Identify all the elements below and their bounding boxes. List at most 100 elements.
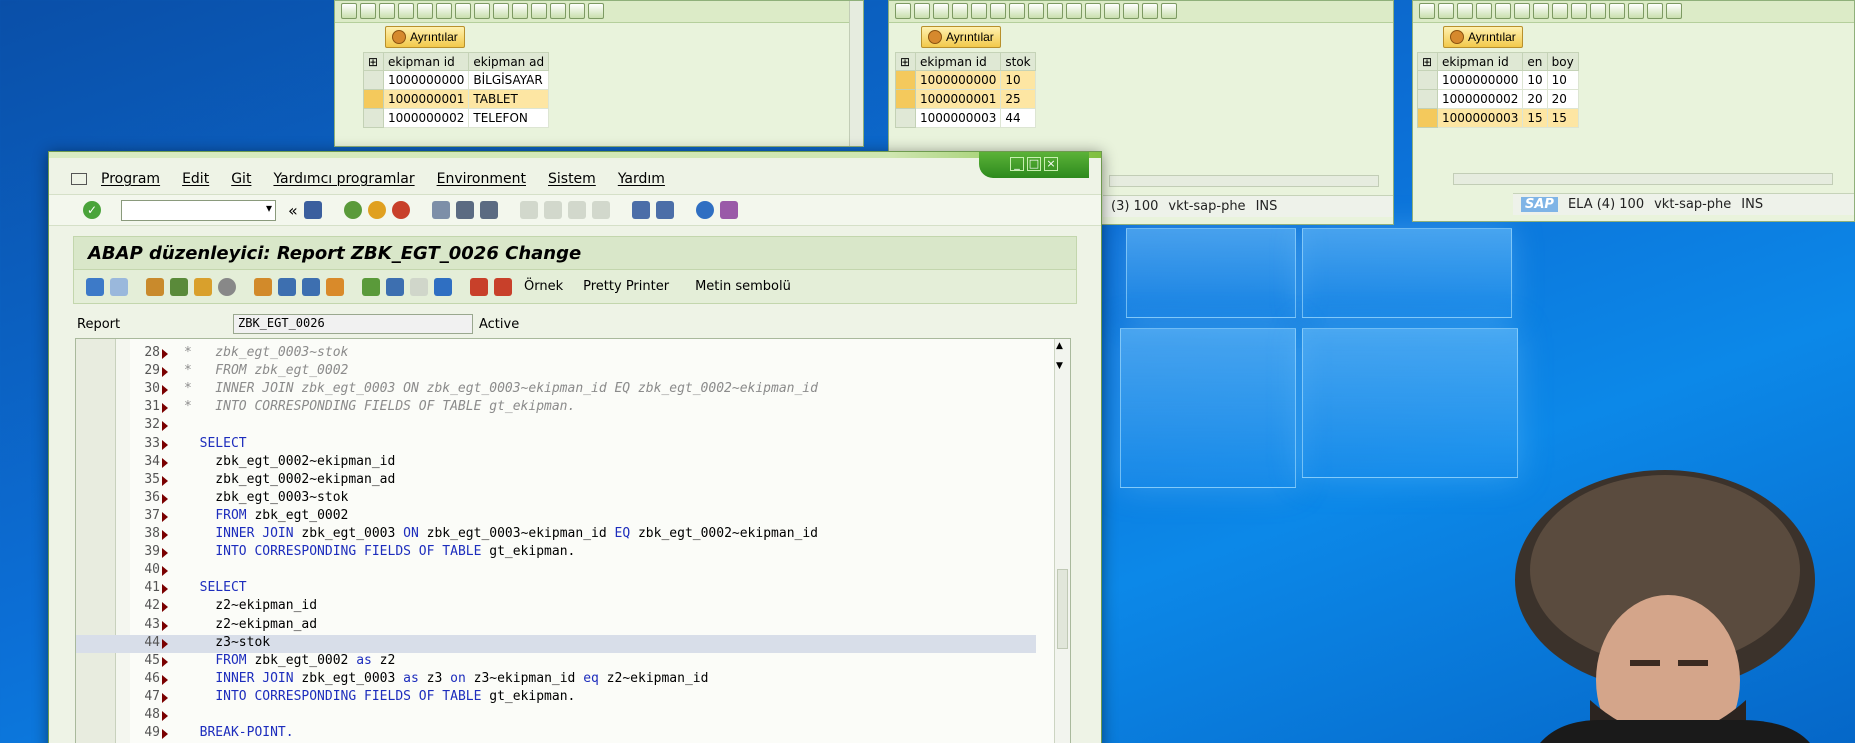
new-session-icon[interactable]: [631, 201, 650, 219]
active-inactive-icon[interactable]: [170, 277, 188, 296]
code-line[interactable]: 31 * INTO CORRESPONDING FIELDS OF TABLE g…: [76, 399, 1036, 417]
code-line[interactable]: 49 BREAK-POINT.: [76, 725, 1036, 743]
find-next-icon[interactable]: [479, 201, 498, 219]
code-line[interactable]: 46 INNER JOIN zbk_egt_0003 as z3 on z3~e…: [76, 671, 1036, 689]
editor-scrollbar[interactable]: ▲ ▼: [1054, 339, 1070, 743]
text-symbols-button[interactable]: Metin sembolü: [695, 279, 791, 294]
edit-pencil-icon[interactable]: [278, 277, 296, 296]
code-line[interactable]: 40: [76, 562, 1036, 580]
code-line[interactable]: 37 FROM zbk_egt_0002: [76, 508, 1036, 526]
code-line[interactable]: 32: [76, 417, 1036, 435]
column-header[interactable]: stok: [1000, 52, 1036, 71]
code-line[interactable]: 41 SELECT: [76, 580, 1036, 598]
column-header[interactable]: ekipman id: [1436, 52, 1524, 71]
code-line[interactable]: 42 z2~ekipman_id: [76, 598, 1036, 616]
table-row[interactable]: 1000000000 10 10: [1417, 70, 1579, 90]
column-header[interactable]: ekipman id: [914, 52, 1002, 71]
navigate-icon[interactable]: [326, 277, 344, 296]
forward-arrow-icon[interactable]: [110, 277, 128, 296]
horizontal-scrollbar[interactable]: [1453, 173, 1833, 185]
line-marker-icon: [162, 602, 168, 613]
code-line[interactable]: 33 SELECT: [76, 436, 1036, 454]
find-icon[interactable]: [455, 201, 474, 219]
scroll-up-icon[interactable]: ▲: [1056, 341, 1063, 351]
save-icon[interactable]: [303, 201, 322, 219]
code-line[interactable]: 29 * FROM zbk_egt_0002: [76, 363, 1036, 381]
person-icon: [392, 30, 406, 44]
code-line[interactable]: 35 zbk_egt_0002~ekipman_ad: [76, 472, 1036, 490]
print-icon[interactable]: [431, 201, 450, 219]
help-icon[interactable]: [695, 201, 714, 219]
alv-table[interactable]: ⊞ ekipman id en boy 1000000000 10 10 10000000…: [1417, 52, 1579, 128]
pretty-printer-button[interactable]: Pretty Printer: [583, 279, 669, 294]
frame-icon[interactable]: [410, 277, 428, 296]
command-field[interactable]: [121, 199, 276, 221]
code-line[interactable]: 48: [76, 707, 1036, 725]
menu-program[interactable]: Program: [101, 171, 160, 187]
table-row[interactable]: 1000000002 20 20: [1417, 89, 1579, 109]
cancel-icon[interactable]: [391, 201, 410, 219]
menu-utilities[interactable]: Yardımcı programlar: [273, 171, 414, 187]
check-icon[interactable]: [218, 277, 236, 296]
code-line[interactable]: 43 z2~ekipman_ad: [76, 617, 1036, 635]
code-line[interactable]: 36 zbk_egt_0003~stok: [76, 490, 1036, 508]
activate-icon[interactable]: [254, 277, 272, 296]
stack-icon[interactable]: [386, 277, 404, 296]
code-line[interactable]: 34 zbk_egt_0002~ekipman_id: [76, 454, 1036, 472]
menu-help[interactable]: Yardım: [618, 171, 665, 187]
hierarchy-icon[interactable]: [362, 277, 380, 296]
other-object-icon[interactable]: [194, 277, 212, 296]
layout-icon[interactable]: [719, 201, 738, 219]
prev-page-icon[interactable]: [543, 201, 562, 219]
back-arrow-icon[interactable]: [86, 277, 104, 296]
table-row[interactable]: 1000000000 10: [895, 70, 1036, 90]
enter-check-icon[interactable]: ✓: [83, 201, 101, 219]
code-line[interactable]: 47 INTO CORRESPONDING FIELDS OF TABLE gt…: [76, 689, 1036, 707]
column-header[interactable]: ekipman id: [382, 52, 470, 71]
table-row[interactable]: 1000000001 25: [895, 89, 1036, 109]
details-button[interactable]: Ayrıntılar: [1443, 26, 1523, 48]
horizontal-scrollbar[interactable]: [1109, 175, 1379, 187]
next-page-icon[interactable]: [567, 201, 586, 219]
collapse-icon[interactable]: «: [288, 201, 298, 220]
menu-edit[interactable]: Edit: [182, 171, 209, 187]
pattern-button[interactable]: Örnek: [524, 279, 563, 294]
table-row[interactable]: 1000000002 TELEFON: [363, 108, 550, 128]
session-breakpoint-icon[interactable]: [494, 277, 512, 296]
menu-icon[interactable]: [71, 173, 87, 185]
first-page-icon[interactable]: [519, 201, 538, 219]
details-button[interactable]: Ayrıntılar: [385, 26, 465, 48]
table-row[interactable]: 1000000003 15 15: [1417, 108, 1579, 128]
back-icon[interactable]: [343, 201, 362, 219]
details-button[interactable]: Ayrıntılar: [921, 26, 1001, 48]
info-icon[interactable]: [434, 277, 452, 296]
code-line[interactable]: 39 INTO CORRESPONDING FIELDS OF TABLE gt…: [76, 544, 1036, 562]
report-name-field[interactable]: ZBK_EGT_0026: [233, 314, 473, 334]
presenter-webcam: [1515, 470, 1815, 743]
table-row[interactable]: 1000000003 44: [895, 108, 1036, 128]
column-header[interactable]: en: [1522, 52, 1548, 71]
where-used-icon[interactable]: [302, 277, 320, 296]
code-line[interactable]: 38 INNER JOIN zbk_egt_0003 ON zbk_egt_00…: [76, 526, 1036, 544]
menu-system[interactable]: Sistem: [548, 171, 596, 187]
breakpoint-icon[interactable]: [470, 277, 488, 296]
exit-icon[interactable]: [367, 201, 386, 219]
menu-git[interactable]: Git: [231, 171, 251, 187]
vertical-scrollbar[interactable]: [849, 1, 863, 146]
shortcut-icon[interactable]: [655, 201, 674, 219]
alv-table[interactable]: ⊞ ekipman id stok 1000000000 10 1000000001 2…: [895, 52, 1036, 128]
alv-table[interactable]: ⊞ ekipman id ekipman ad 1000000000 BİLGİSAY…: [363, 52, 550, 128]
table-row[interactable]: 1000000001 TABLET: [363, 89, 550, 109]
code-line[interactable]: 28 * zbk_egt_0003~stok: [76, 345, 1036, 363]
last-page-icon[interactable]: [591, 201, 610, 219]
code-line[interactable]: 45 FROM zbk_egt_0002 as z2: [76, 653, 1036, 671]
code-editor[interactable]: ▲ ▼ 28 * zbk_egt_0003~stok 29 * FROM zbk_eg…: [75, 338, 1071, 743]
table-row[interactable]: 1000000000 BİLGİSAYAR: [363, 70, 550, 90]
display-change-icon[interactable]: [146, 277, 164, 296]
code-line[interactable]: 30 * INNER JOIN zbk_egt_0003 ON zbk_egt_0…: [76, 381, 1036, 399]
scroll-down-icon[interactable]: ▼: [1056, 361, 1063, 371]
menu-environment[interactable]: Environment: [437, 171, 526, 187]
column-header[interactable]: boy: [1546, 52, 1579, 71]
code-line[interactable]: 44 z3~stok: [76, 634, 1036, 653]
column-header[interactable]: ekipman ad: [468, 52, 550, 71]
